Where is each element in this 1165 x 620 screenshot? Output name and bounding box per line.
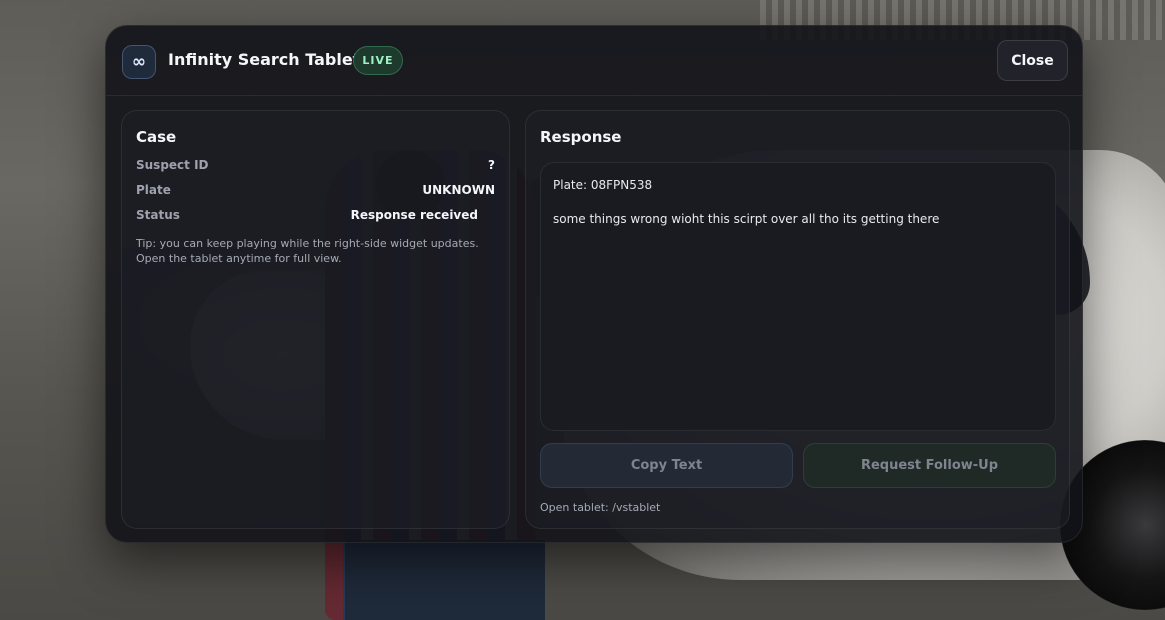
tip-text: Tip: you can keep playing while the righ… bbox=[136, 237, 479, 265]
status-label: Status bbox=[136, 208, 180, 222]
response-panel-title: Response bbox=[540, 128, 622, 146]
suspect-id-row: Suspect ID ? bbox=[136, 158, 495, 178]
infinity-logo-icon: ∞ bbox=[122, 45, 156, 79]
tablet-title: Infinity Search Tablet bbox=[168, 50, 361, 69]
open-tablet-hint: Open tablet: /vstablet bbox=[540, 501, 661, 514]
case-panel-title: Case bbox=[136, 128, 177, 146]
suspect-id-value: ? bbox=[488, 158, 495, 172]
search-tablet-window: ∞ Infinity Search Tablet LIVE Close Case… bbox=[105, 25, 1083, 543]
response-output-box[interactable]: Plate: 08FPN538 some things wrong wioht … bbox=[540, 162, 1056, 431]
status-value: Response received bbox=[350, 208, 478, 222]
suspect-id-label: Suspect ID bbox=[136, 158, 209, 172]
plate-value: UNKNOWN bbox=[422, 183, 495, 197]
status-row: Status Response received bbox=[136, 208, 495, 228]
response-panel: Response Plate: 08FPN538 some things wro… bbox=[525, 110, 1070, 529]
plate-row: Plate UNKNOWN bbox=[136, 183, 495, 203]
background-character-legs bbox=[345, 540, 545, 620]
response-message: some things wrong wioht this scirpt over… bbox=[553, 212, 940, 226]
live-status-badge: LIVE bbox=[353, 46, 403, 75]
response-plate-line: Plate: 08FPN538 bbox=[553, 178, 653, 192]
infinity-icon: ∞ bbox=[131, 51, 147, 72]
case-panel: Case Suspect ID ? Plate UNKNOWN Status R… bbox=[121, 110, 510, 529]
close-button[interactable]: Close bbox=[997, 40, 1068, 81]
tablet-header: ∞ Infinity Search Tablet LIVE Close bbox=[106, 26, 1082, 96]
plate-label: Plate bbox=[136, 183, 171, 197]
copy-text-button[interactable]: Copy Text bbox=[540, 443, 793, 488]
request-follow-up-button[interactable]: Request Follow-Up bbox=[803, 443, 1056, 488]
